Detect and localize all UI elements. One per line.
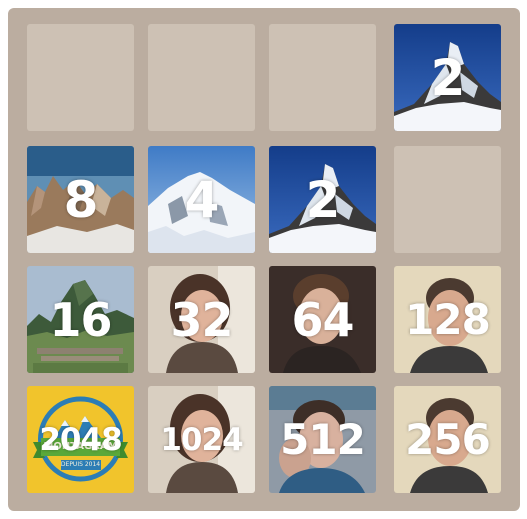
- empty-cell: [269, 24, 376, 131]
- tile-2: 2: [269, 146, 376, 253]
- tile-64: 64: [269, 266, 376, 373]
- tile-512: 512: [269, 386, 376, 493]
- tile-value: 2048: [39, 421, 122, 458]
- empty-cell: [394, 146, 501, 253]
- tile-value: 4: [184, 170, 220, 229]
- tile-value: 512: [280, 415, 366, 464]
- tile-256: 256: [394, 386, 501, 493]
- tile-value: 256: [405, 415, 491, 464]
- tile-1024: 1024: [148, 386, 255, 493]
- tile-8: 8: [27, 146, 134, 253]
- tile-value: 32: [170, 292, 233, 347]
- empty-cell: [27, 24, 134, 131]
- tile-2: 2: [394, 24, 501, 131]
- tile-value: 8: [63, 170, 99, 229]
- tile-32: 32: [148, 266, 255, 373]
- tile-2048: MONTAGRAM DEPUIS 2014 2048: [27, 386, 134, 493]
- game-board: 2 8 4 2 16 32 64 128 MONTAGRAM DEPUIS 20…: [8, 8, 520, 511]
- tile-128: 128: [394, 266, 501, 373]
- tile-value: 2: [430, 48, 466, 107]
- tile-4: 4: [148, 146, 255, 253]
- tile-value: 128: [405, 295, 491, 344]
- tile-16: 16: [27, 266, 134, 373]
- tile-value: 2: [305, 170, 341, 229]
- empty-cell: [148, 24, 255, 131]
- tile-value: 64: [291, 292, 354, 347]
- tile-value: 16: [49, 292, 112, 347]
- tile-value: 1024: [160, 421, 243, 458]
